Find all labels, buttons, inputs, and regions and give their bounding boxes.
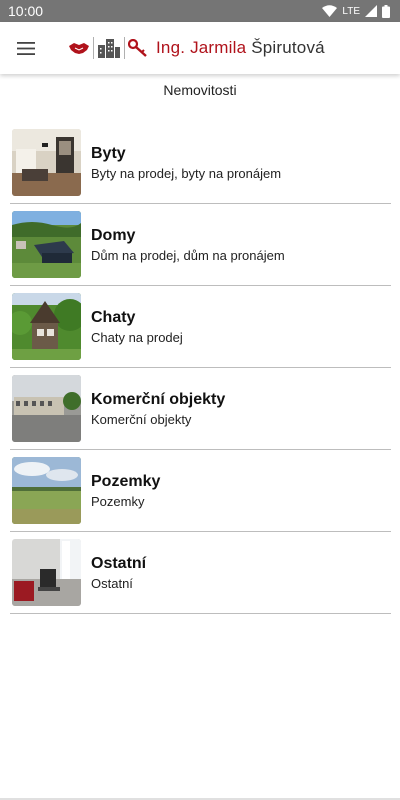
signal-icon	[365, 5, 377, 17]
thumbnail-domy	[12, 211, 81, 278]
list-item-text: Ostatní Ostatní	[91, 555, 146, 591]
key-icon	[128, 39, 147, 57]
list-item-title: Byty	[91, 144, 126, 162]
logo-divider	[124, 37, 125, 59]
list-item-title: Ostatní	[91, 554, 147, 572]
status-bar: 10:00 LTE	[0, 0, 400, 22]
menu-button[interactable]	[0, 22, 52, 74]
list-item-komercni-objekty[interactable]: Komerční objekty Komerční objekty	[10, 368, 391, 450]
list-item-title: Komerční objekty	[91, 390, 226, 408]
list-item-subtitle: Byty na prodej, byty na pronájem	[91, 165, 282, 181]
category-list: Byty Byty na prodej, byty na pronájem Do…	[10, 122, 391, 614]
app-bar: Ing. Jarmila Špirutová	[0, 22, 400, 74]
buildings-icon	[98, 39, 120, 58]
list-item-title: Chaty	[91, 308, 136, 326]
list-item-text: Komerční objekty Komerční objekty	[91, 391, 225, 427]
list-item-text: Chaty Chaty na prodej	[91, 309, 183, 345]
thumbnail-chaty	[12, 293, 81, 360]
battery-icon	[382, 4, 390, 18]
hamburger-menu-icon	[17, 41, 35, 55]
list-item-subtitle: Komerční objekty	[91, 411, 192, 427]
thumbnail-ostatni	[12, 539, 81, 606]
wifi-icon	[322, 5, 338, 17]
network-type: LTE	[342, 5, 360, 17]
thumbnail-byty	[12, 129, 81, 196]
list-item-pozemky[interactable]: Pozemky Pozemky	[10, 450, 391, 532]
list-item-title: Domy	[91, 226, 136, 244]
page-title: Nemovitosti	[163, 82, 237, 98]
logo-divider	[93, 37, 94, 59]
status-time: 10:00	[8, 3, 44, 19]
list-item-byty[interactable]: Byty Byty na prodej, byty na pronájem	[10, 122, 391, 204]
list-item-ostatni[interactable]: Ostatní Ostatní	[10, 532, 391, 614]
list-item-subtitle: Chaty na prodej	[91, 329, 183, 345]
brand-name-last: Špirutová	[251, 38, 325, 57]
handshake-icon	[69, 43, 89, 54]
thumbnail-pozemky	[12, 457, 81, 524]
list-item-text: Pozemky Pozemky	[91, 473, 160, 509]
brand-name: Ing. Jarmila Špirutová	[156, 38, 325, 58]
brand-logo: Ing. Jarmila Špirutová	[68, 37, 325, 59]
list-item-text: Domy Dům na prodej, dům na pronájem	[91, 227, 285, 263]
thumbnail-komercni-objekty	[12, 375, 81, 442]
list-item-chaty[interactable]: Chaty Chaty na prodej	[10, 286, 391, 368]
list-item-subtitle: Ostatní	[91, 575, 133, 591]
status-icons: LTE	[322, 4, 390, 18]
list-item-domy[interactable]: Domy Dům na prodej, dům na pronájem	[10, 204, 391, 286]
brand-name-first: Ing. Jarmila	[156, 38, 247, 57]
list-item-text: Byty Byty na prodej, byty na pronájem	[91, 145, 281, 181]
list-item-subtitle: Dům na prodej, dům na pronájem	[91, 247, 285, 263]
list-item-title: Pozemky	[91, 472, 161, 490]
list-item-subtitle: Pozemky	[91, 493, 145, 509]
